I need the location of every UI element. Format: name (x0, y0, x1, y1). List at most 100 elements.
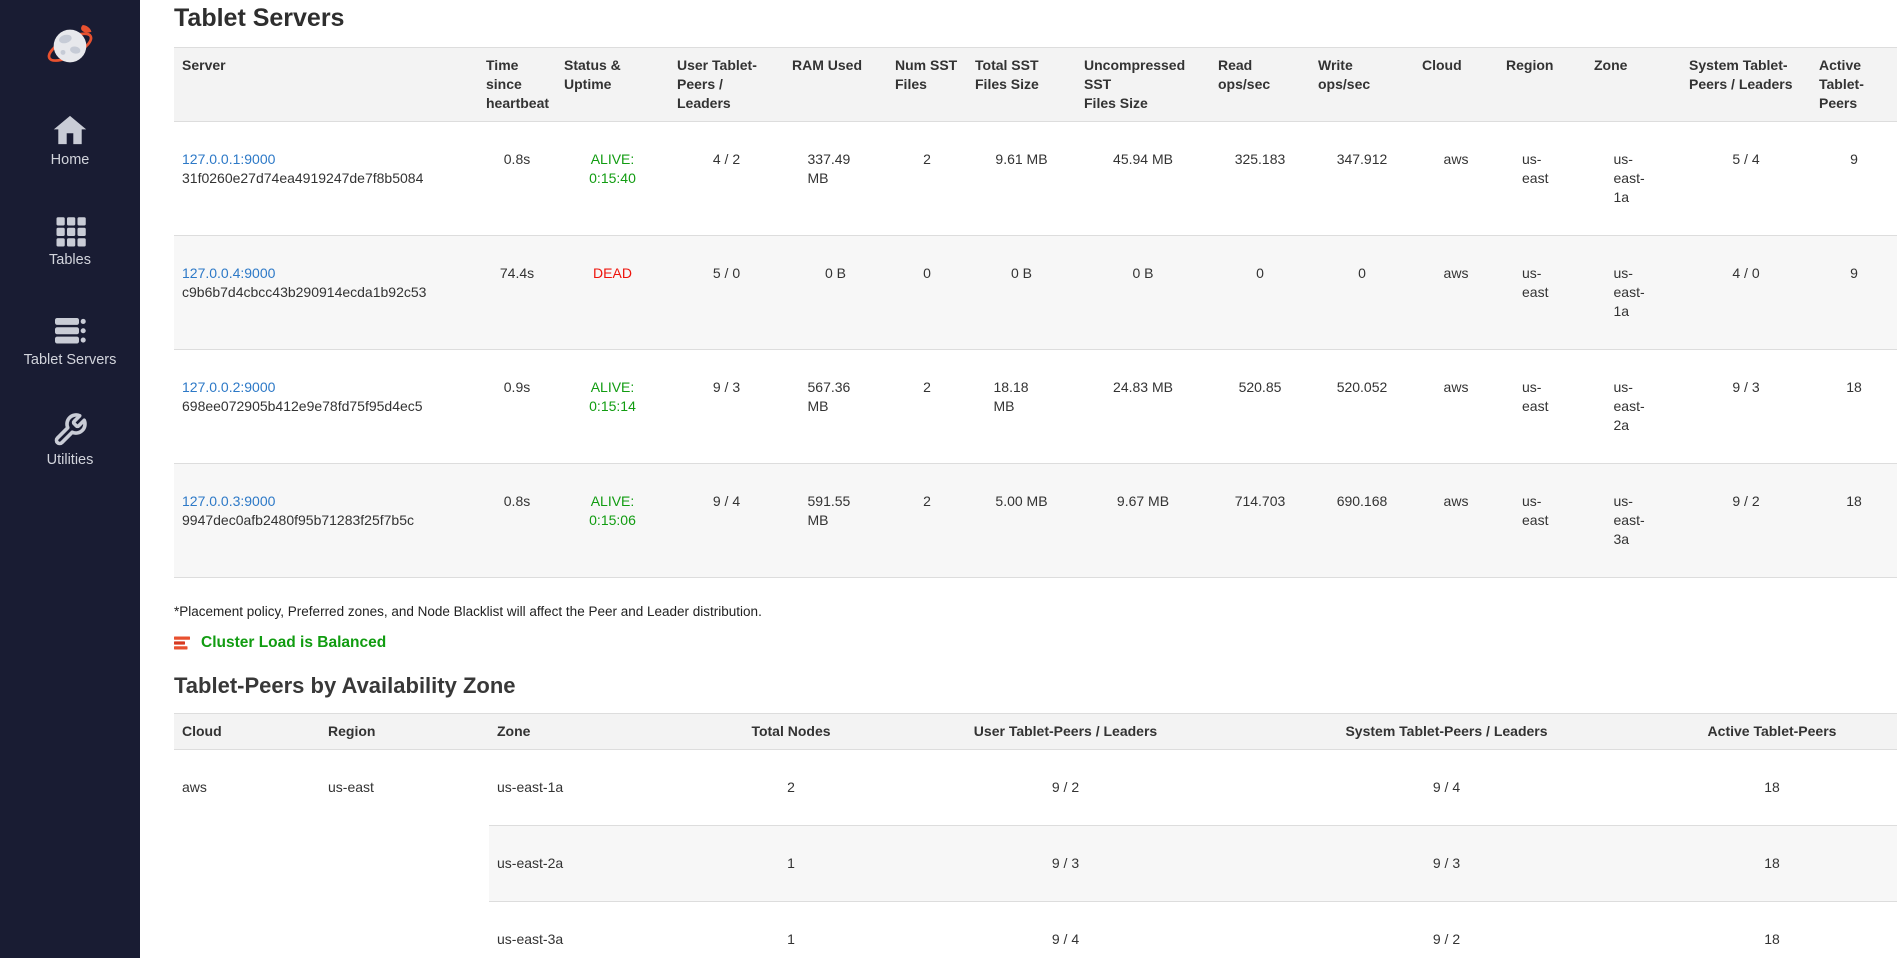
active-peers-cell: 18 (1647, 902, 1897, 958)
region-value: us-east (1522, 264, 1562, 302)
active-peers-cell: 9 (1811, 122, 1897, 236)
total-nodes-cell: 2 (697, 750, 885, 826)
system-peers-cell: 9 / 3 (1246, 826, 1647, 902)
num-sst-cell: 2 (887, 350, 967, 464)
col-header-user-peers: User Tablet-Peers / Leaders (669, 48, 784, 122)
num-sst-cell: 2 (887, 464, 967, 578)
table-header-row: Cloud Region Zone Total Nodes User Table… (174, 714, 1897, 750)
server-address-link[interactable]: 127.0.0.2:9000 (182, 378, 275, 397)
sidebar-item-home[interactable]: Home (0, 112, 140, 169)
region-cell: us-east (1498, 236, 1586, 350)
sidebar-item-utilities[interactable]: Utilities (0, 412, 140, 469)
total-nodes-cell: 1 (697, 826, 885, 902)
server-cell: 127.0.0.1:9000 31f0260e27d74ea4919247de7… (174, 122, 478, 236)
status-text: ALIVE: (564, 378, 661, 397)
heartbeat-cell: 0.9s (478, 350, 556, 464)
ram-value: 0 B (825, 264, 846, 283)
zone-cell: us-east-1a (1586, 236, 1681, 350)
user-peers-cell: 5 / 0 (669, 236, 784, 350)
heartbeat-cell: 0.8s (478, 122, 556, 236)
read-ops-cell: 714.703 (1210, 464, 1310, 578)
ram-cell: 337.49 MB (784, 122, 887, 236)
read-ops-cell: 520.85 (1210, 350, 1310, 464)
system-peers-cell: 9 / 4 (1246, 750, 1647, 826)
total-sst-cell: 9.61 MB (967, 122, 1076, 236)
num-sst-cell: 0 (887, 236, 967, 350)
col-header-zone: Zone (489, 714, 697, 750)
region-cell: us-east (1498, 122, 1586, 236)
region-value: us-east (1522, 492, 1562, 530)
col-header-write-ops: Write ops/sec (1310, 48, 1414, 122)
server-address-link[interactable]: 127.0.0.4:9000 (182, 264, 275, 283)
zone-value: us-east-1a (1614, 264, 1654, 321)
col-header-user-peers: User Tablet-Peers / Leaders (885, 714, 1246, 750)
home-icon (52, 112, 88, 148)
uncompressed-sst-cell: 9.67 MB (1076, 464, 1210, 578)
tablet-servers-table: Server Time since heartbeat Status & Upt… (174, 47, 1897, 578)
region-value: us-east (1522, 378, 1562, 416)
status-cell: ALIVE: 0:15:14 (556, 350, 669, 464)
col-header-num-sst: Num SST Files (887, 48, 967, 122)
server-cell: 127.0.0.4:9000 c9b6b7d4cbcc43b290914ecda… (174, 236, 478, 350)
system-peers-cell: 9 / 2 (1246, 902, 1647, 958)
zone-value: us-east-1a (1614, 150, 1654, 207)
sidebar-item-label: Home (51, 152, 90, 169)
sidebar: Home Tables Tablet Servers (0, 0, 140, 958)
sidebar-item-label: Tablet Servers (24, 352, 117, 369)
cluster-load-status: Cluster Load is Balanced (174, 633, 1897, 652)
server-uuid: 698ee072905b412e9e78fd75f95d4ec5 (182, 397, 470, 416)
zone-cell: us-east-3a (1586, 464, 1681, 578)
tables-icon (52, 212, 88, 248)
cloud-cell: aws (1414, 236, 1498, 350)
app-logo-icon[interactable] (42, 18, 98, 74)
server-address-link[interactable]: 127.0.0.1:9000 (182, 150, 275, 169)
col-header-total-sst: Total SST Files Size (967, 48, 1076, 122)
total-sst-cell: 18.18 MB (967, 350, 1076, 464)
cloud-cell: aws (1414, 122, 1498, 236)
load-balancer-icon (174, 636, 192, 650)
user-peers-cell: 9 / 4 (885, 902, 1246, 958)
write-ops-cell: 520.052 (1310, 350, 1414, 464)
server-uuid: 9947dec0afb2480f95b71283f25f7b5c (182, 511, 470, 530)
read-ops-cell: 0 (1210, 236, 1310, 350)
server-address-link[interactable]: 127.0.0.3:9000 (182, 492, 275, 511)
zone-value: us-east-3a (1614, 492, 1654, 549)
active-peers-cell: 9 (1811, 236, 1897, 350)
total-sst-cell: 5.00 MB (967, 464, 1076, 578)
cloud-cell: aws (174, 750, 320, 958)
active-peers-cell: 18 (1647, 750, 1897, 826)
server-uuid: 31f0260e27d74ea4919247de7f8b5084 (182, 169, 470, 188)
total-sst-value: 5.00 MB (995, 492, 1047, 511)
ram-value: 337.49 MB (808, 150, 864, 188)
col-header-region: Region (1498, 48, 1586, 122)
ram-value: 591.55 MB (808, 492, 864, 530)
col-header-active-peers: Active Tablet-Peers (1647, 714, 1897, 750)
cluster-load-text: Cluster Load is Balanced (201, 633, 386, 652)
server-cell: 127.0.0.3:9000 9947dec0afb2480f95b71283f… (174, 464, 478, 578)
col-header-system-peers: System Tablet-Peers / Leaders (1681, 48, 1811, 122)
zone-cell: us-east-1a (1586, 122, 1681, 236)
uptime-text: 0:15:14 (564, 397, 661, 416)
section-title: Tablet-Peers by Availability Zone (174, 672, 1897, 699)
server-row: 127.0.0.2:9000 698ee072905b412e9e78fd75f… (174, 350, 1897, 464)
table-header-row: Server Time since heartbeat Status & Upt… (174, 48, 1897, 122)
sidebar-item-tablet-servers[interactable]: Tablet Servers (0, 312, 140, 369)
system-peers-cell: 4 / 0 (1681, 236, 1811, 350)
write-ops-cell: 690.168 (1310, 464, 1414, 578)
total-sst-value: 0 B (1011, 264, 1032, 283)
sidebar-item-tables[interactable]: Tables (0, 212, 140, 269)
page-title: Tablet Servers (174, 3, 1897, 33)
server-cell: 127.0.0.2:9000 698ee072905b412e9e78fd75f… (174, 350, 478, 464)
col-header-ram: RAM Used (784, 48, 887, 122)
status-cell: ALIVE: 0:15:40 (556, 122, 669, 236)
total-nodes-cell: 1 (697, 902, 885, 958)
sidebar-item-label: Utilities (47, 452, 94, 469)
uncompressed-sst-cell: 0 B (1076, 236, 1210, 350)
system-peers-cell: 9 / 3 (1681, 350, 1811, 464)
server-row: 127.0.0.1:9000 31f0260e27d74ea4919247de7… (174, 122, 1897, 236)
main-content: Tablet Servers Server Time since heartbe… (140, 0, 1900, 958)
server-row: 127.0.0.3:9000 9947dec0afb2480f95b71283f… (174, 464, 1897, 578)
active-peers-cell: 18 (1811, 464, 1897, 578)
col-header-system-peers: System Tablet-Peers / Leaders (1246, 714, 1647, 750)
zone-cell: us-east-3a (489, 902, 697, 958)
